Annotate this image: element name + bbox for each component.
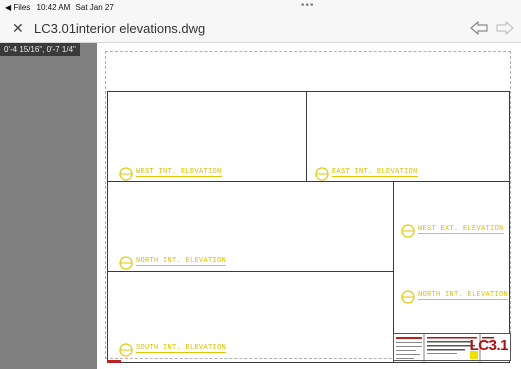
elevation-label-text: EAST INT. ELEVATION	[332, 167, 418, 177]
elevation-marker-icon	[315, 167, 329, 181]
elevation-label-text: SOUTH INT. ELEVATION	[136, 343, 227, 353]
elevation-marker-icon	[119, 256, 133, 270]
coordinate-readout: 0'-4 15/16", 0'-7 1/4"	[0, 43, 80, 56]
redo-arrow-icon[interactable]	[496, 21, 514, 35]
document-header: ✕ LC3.01interior elevations.dwg	[0, 16, 521, 43]
elevation-label-text: WEST INT. ELEVATION	[136, 167, 222, 177]
multitasking-dots[interactable]: •••	[301, 0, 315, 11]
red-scale-mark	[107, 360, 121, 363]
document-title: LC3.01interior elevations.dwg	[34, 21, 206, 36]
elevation-label-west-ext[interactable]: WEST EXT. ELEVATION	[401, 224, 504, 238]
elevation-marker-icon	[401, 290, 415, 304]
elevation-label-text: NORTH INT. ELEVATION	[418, 290, 509, 300]
elevation-label-west-int[interactable]: WEST INT. ELEVATION	[119, 167, 222, 181]
drawing-sheet[interactable]: WEST INT. ELEVATION EAST INT. ELEVATION …	[97, 43, 521, 369]
drawing-canvas[interactable]: WEST INT. ELEVATION EAST INT. ELEVATION …	[0, 43, 521, 369]
undo-arrow-icon[interactable]	[470, 21, 488, 35]
status-bar: ◀ Files 10:42 AM Sat Jan 27 •••	[0, 0, 521, 16]
back-to-files-link[interactable]: ◀ Files	[5, 3, 30, 12]
elevation-marker-icon	[119, 343, 133, 357]
elevation-label-text: NORTH INT. ELEVATION	[136, 256, 227, 266]
sheet-number: LC3.1	[469, 337, 509, 354]
elevation-marker-icon	[119, 167, 133, 181]
status-date: Sat Jan 27	[75, 3, 114, 12]
elevation-label-south-int[interactable]: SOUTH INT. ELEVATION	[119, 343, 227, 357]
elevation-label-north-int[interactable]: NORTH INT. ELEVATION	[119, 256, 227, 270]
title-block[interactable]: LC3.1	[393, 333, 511, 362]
elevation-label-text: WEST EXT. ELEVATION	[418, 224, 504, 234]
status-time: 10:42 AM	[36, 3, 71, 12]
elevation-label-north-int-2[interactable]: NORTH INT. ELEVATION	[401, 290, 509, 304]
elevation-label-east-int[interactable]: EAST INT. ELEVATION	[315, 167, 418, 181]
close-icon[interactable]: ✕	[12, 20, 24, 37]
elevation-marker-icon	[401, 224, 415, 238]
